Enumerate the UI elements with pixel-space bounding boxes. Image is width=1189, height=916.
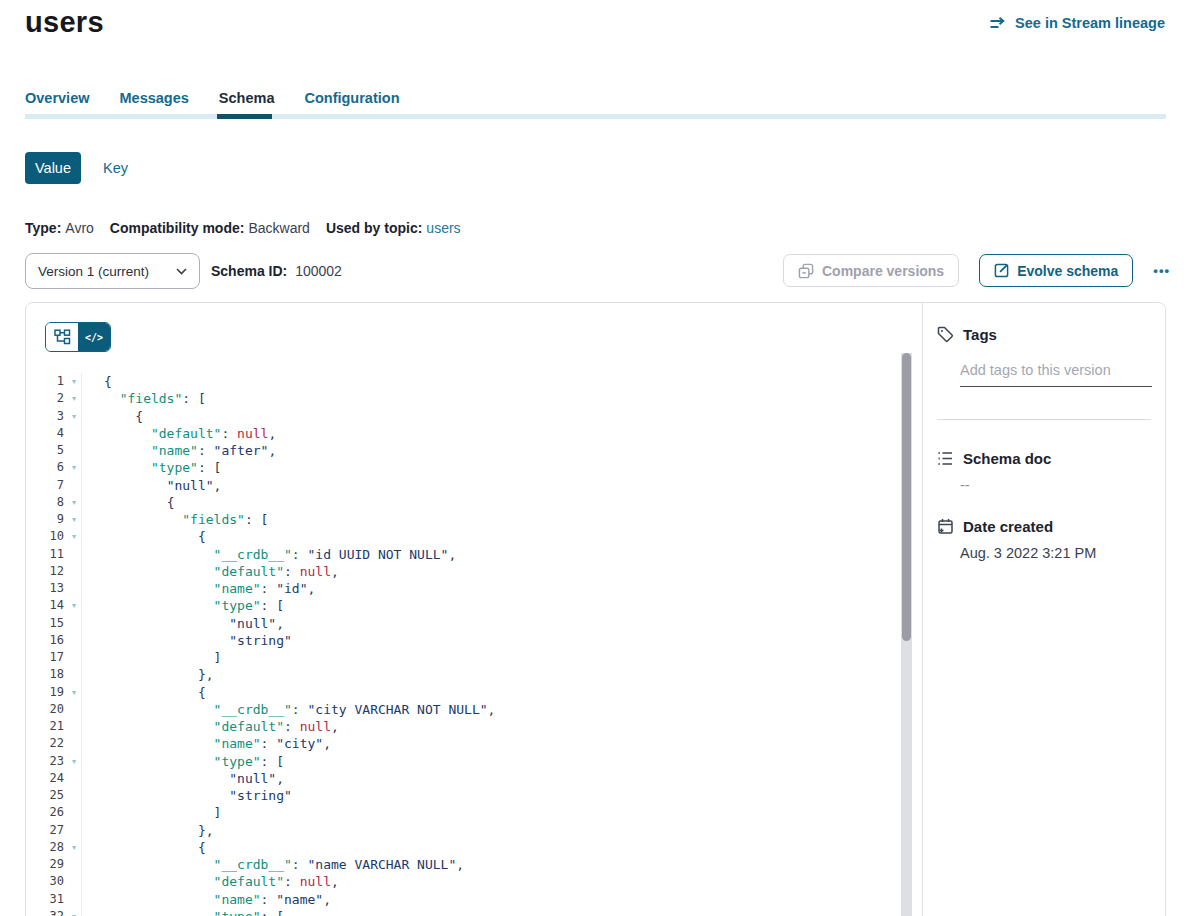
compare-versions-label: Compare versions	[822, 263, 944, 279]
code-line: 16 "string"	[26, 632, 495, 649]
code-line: 1▾{	[26, 373, 495, 390]
code-line: 32▾ "type": [	[26, 908, 495, 916]
code-line: 22 "name": "city",	[26, 735, 495, 752]
code-line: 18 },	[26, 666, 495, 683]
schema-id: Schema ID: 100002	[211, 263, 342, 279]
code-line: 15 "null",	[26, 615, 495, 632]
code-line: 8▾ {	[26, 494, 495, 511]
evolve-schema-button[interactable]: Evolve schema	[979, 254, 1133, 287]
schema-doc-title: Schema doc	[963, 450, 1051, 467]
meta-used-by-topic-label: Used by topic:	[326, 220, 422, 236]
code-line: 5 "name": "after",	[26, 442, 495, 459]
code-line: 31 "name": "name",	[26, 891, 495, 908]
code-line: 23▾ "type": [	[26, 753, 495, 770]
tab-bar: Overview Messages Schema Configuration	[25, 90, 400, 106]
code-line: 4 "default": null,	[26, 425, 495, 442]
code-line: 24 "null",	[26, 770, 495, 787]
tab-messages[interactable]: Messages	[120, 90, 189, 106]
schema-tree-icon	[54, 329, 71, 345]
meta-compatibility: Compatibility mode:Backward	[110, 220, 310, 236]
add-tags-input[interactable]: Add tags to this version	[960, 362, 1111, 378]
code-brackets-icon: </>	[85, 332, 103, 343]
tree-view-button[interactable]	[46, 323, 78, 351]
code-line: 25 "string"	[26, 787, 495, 804]
code-line: 13 "name": "id",	[26, 580, 495, 597]
meta-type-value: Avro	[65, 220, 94, 236]
schema-doc-value: --	[960, 477, 970, 493]
meta-type-label: Type:	[25, 220, 61, 236]
schema-card: </> 1▾{2▾ "fields": [3▾ {4 "default": nu…	[25, 302, 1166, 916]
editor-scrollbar-thumb[interactable]	[902, 353, 911, 641]
code-line: 11 "__crdb__": "id UUID NOT NULL",	[26, 546, 495, 563]
more-options-button[interactable]: •••	[1153, 263, 1170, 278]
tab-schema[interactable]: Schema	[219, 90, 275, 106]
code-line: 21 "default": null,	[26, 718, 495, 735]
evolve-schema-icon	[994, 263, 1009, 278]
code-line: 10▾ {	[26, 528, 495, 545]
tags-title: Tags	[963, 326, 997, 343]
code-line: 20 "__crdb__": "city VARCHAR NOT NULL",	[26, 701, 495, 718]
schema-meta-row: Type:Avro Compatibility mode:Backward Us…	[25, 220, 461, 236]
chevron-down-icon	[176, 268, 187, 275]
code-view-button[interactable]: </>	[78, 323, 110, 351]
calendar-add-icon	[937, 518, 954, 535]
stream-lineage-label: See in Stream lineage	[1015, 15, 1165, 31]
stream-lineage-icon	[989, 17, 1008, 30]
compare-versions-button[interactable]: Compare versions	[783, 254, 959, 287]
code-line: 14▾ "type": [	[26, 597, 495, 614]
code-line: 30 "default": null,	[26, 873, 495, 890]
compare-versions-icon	[798, 263, 814, 279]
code-lines: 1▾{2▾ "fields": [3▾ {4 "default": null,5…	[26, 373, 495, 916]
version-select[interactable]: Version 1 (current)	[25, 253, 200, 289]
meta-used-by-topic: Used by topic:users	[326, 220, 461, 236]
code-editor[interactable]: 1▾{2▾ "fields": [3▾ {4 "default": null,5…	[26, 373, 495, 916]
meta-compatibility-label: Compatibility mode:	[110, 220, 245, 236]
code-line: 3▾ {	[26, 408, 495, 425]
schema-id-value: 100002	[295, 263, 342, 279]
stream-lineage-link[interactable]: See in Stream lineage	[989, 15, 1165, 31]
page-title: users	[25, 6, 104, 39]
value-toggle-button[interactable]: Value	[25, 152, 81, 184]
code-line: 2▾ "fields": [	[26, 390, 495, 407]
sidebar-divider	[937, 419, 1151, 420]
tab-active-indicator	[217, 114, 272, 119]
tab-track	[25, 114, 1166, 119]
date-created-section-header: Date created	[937, 518, 1053, 535]
editor-view-toggle: </>	[45, 322, 111, 352]
schema-id-label: Schema ID:	[211, 263, 287, 279]
tab-overview[interactable]: Overview	[25, 90, 90, 106]
code-line: 19▾ {	[26, 684, 495, 701]
topic-link[interactable]: users	[426, 220, 460, 236]
tag-icon	[937, 326, 954, 343]
evolve-schema-label: Evolve schema	[1017, 263, 1118, 279]
code-line: 12 "default": null,	[26, 563, 495, 580]
code-line: 27 },	[26, 822, 495, 839]
key-toggle-button[interactable]: Key	[103, 160, 128, 176]
details-sidebar: Tags Add tags to this version Schema doc…	[923, 303, 1165, 916]
tab-configuration[interactable]: Configuration	[304, 90, 399, 106]
date-created-title: Date created	[963, 518, 1053, 535]
code-line: 28▾ {	[26, 839, 495, 856]
date-created-value: Aug. 3 2022 3:21 PM	[960, 545, 1096, 561]
action-buttons: Compare versions Evolve schema •••	[783, 254, 1170, 287]
meta-type: Type:Avro	[25, 220, 94, 236]
code-line: 29 "__crdb__": "name VARCHAR NULL",	[26, 856, 495, 873]
code-line: 9▾ "fields": [	[26, 511, 495, 528]
list-icon	[937, 451, 954, 466]
code-line: 17 ]	[26, 649, 495, 666]
schema-doc-section-header: Schema doc	[937, 450, 1051, 467]
code-line: 6▾ "type": [	[26, 459, 495, 476]
version-select-value: Version 1 (current)	[38, 264, 149, 279]
add-tags-input-underline	[960, 386, 1152, 387]
code-line: 7 "null",	[26, 477, 495, 494]
meta-compatibility-value: Backward	[248, 220, 309, 236]
code-line: 26 ]	[26, 804, 495, 821]
tags-section-header: Tags	[937, 326, 997, 343]
